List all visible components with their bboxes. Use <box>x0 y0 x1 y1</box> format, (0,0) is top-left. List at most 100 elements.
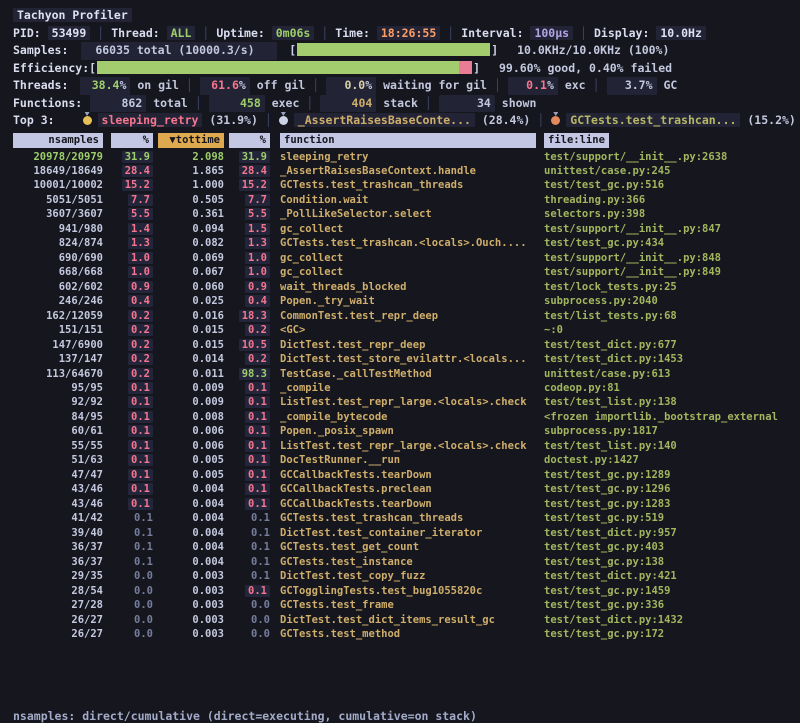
table-row[interactable]: 84/950.10.0080.1_compile_bytecode<frozen… <box>13 410 800 424</box>
silver-medal-icon <box>279 116 288 125</box>
table-row[interactable]: 3607/36075.50.3615.5_PollLikeSelector.se… <box>13 207 800 221</box>
cell-tottime: 0.505 <box>158 193 224 207</box>
cell-tottime: 0.006 <box>158 424 224 438</box>
cell-function-name: CommonTest.test_repr_deep <box>280 309 536 323</box>
table-row[interactable]: 668/6681.00.0671.0gc_collecttest/support… <box>13 265 800 279</box>
cell-pct-cumulative: 0.1 <box>229 555 270 569</box>
cell-nsamples: 47/47 <box>13 468 103 482</box>
cell-function-name: ListTest.test_repr_large.<locals>.check <box>280 439 536 453</box>
table-row[interactable]: 941/9801.40.0941.5gc_collecttest/support… <box>13 222 800 236</box>
table-row[interactable]: 43/460.10.0040.1GCCallbackTests.tearDown… <box>13 497 800 511</box>
table-row[interactable]: 5051/50517.70.5057.7Condition.waitthread… <box>13 193 800 207</box>
table-row[interactable]: 602/6020.90.0600.9wait_threads_blockedte… <box>13 280 800 294</box>
cell-tottime: 0.069 <box>158 251 224 265</box>
top3-first-name[interactable]: sleeping_retry <box>98 113 203 127</box>
column-header-file-line[interactable]: file:line <box>544 133 609 148</box>
cell-file-line: test/support/__init__.py:2638 <box>544 150 800 164</box>
cell-tottime: 0.003 <box>158 613 224 627</box>
time-value: 18:26:55 <box>377 26 440 40</box>
cell-pct-direct: 0.0 <box>111 613 153 627</box>
table-row[interactable]: 26/270.00.0030.0GCTests.test_methodtest/… <box>13 627 800 641</box>
cell-pct-cumulative: 0.1 <box>229 410 270 424</box>
thread-value[interactable]: ALL <box>167 26 196 40</box>
table-row[interactable]: 95/950.10.0090.1_compilecodeop.py:81 <box>13 381 800 395</box>
cell-pct-cumulative: 1.0 <box>229 265 270 279</box>
cell-tottime: 0.005 <box>158 453 224 467</box>
cell-pct-direct: 0.2 <box>111 323 153 337</box>
cell-file-line: test/test_gc.py:172 <box>544 627 800 641</box>
cell-pct-cumulative: 1.0 <box>229 251 270 265</box>
column-header-pct1[interactable]: % <box>111 133 153 148</box>
efficiency-bar-failed <box>459 61 472 74</box>
functions-exec: 458 <box>209 95 265 113</box>
cell-nsamples: 941/980 <box>13 222 103 236</box>
table-row[interactable]: 28/540.00.0030.1GCTogglingTests.test_bug… <box>13 584 800 598</box>
cell-nsamples: 137/147 <box>13 352 103 366</box>
cell-pct-cumulative: 31.9 <box>229 150 270 164</box>
table-row[interactable]: 113/646700.20.01198.3TestCase._callTestM… <box>13 367 800 381</box>
threads-waiting-gil: 0.0% <box>326 77 376 95</box>
table-row[interactable]: 36/370.10.0040.1GCTests.test_get_countte… <box>13 540 800 554</box>
table-row[interactable]: 824/8741.30.0821.3GCTests.test_trashcan.… <box>13 236 800 250</box>
cell-function-name: _PollLikeSelector.select <box>280 207 536 221</box>
cell-file-line: test/test_gc.py:336 <box>544 598 800 612</box>
cell-pct-direct: 0.1 <box>111 540 153 554</box>
uptime-value: 0m06s <box>272 26 315 40</box>
table-row[interactable]: 92/920.10.0090.1ListTest.test_repr_large… <box>13 395 800 409</box>
table-row[interactable]: 151/1510.20.0150.2<GC>~:0 <box>13 323 800 337</box>
cell-nsamples: 668/668 <box>13 265 103 279</box>
cell-file-line: test/test_list.py:140 <box>544 439 800 453</box>
table-row[interactable]: 162/120590.20.01618.3CommonTest.test_rep… <box>13 309 800 323</box>
table-row[interactable]: 41/420.10.0040.1GCTests.test_trashcan_th… <box>13 511 800 525</box>
cell-function-name: DictTest.test_dict_items_result_gc <box>280 613 536 627</box>
cell-function-name: GCTests.test_method <box>280 627 536 641</box>
table-row[interactable]: 60/610.10.0060.1Popen._posix_spawnsubpro… <box>13 424 800 438</box>
table-row[interactable]: 43/460.10.0040.1GCCallbackTests.preclean… <box>13 482 800 496</box>
cell-function-name: Popen._posix_spawn <box>280 424 536 438</box>
column-header-nsamples[interactable]: nsamples <box>13 133 103 148</box>
cell-function-name: GCCallbackTests.preclean <box>280 482 536 496</box>
cell-file-line: threading.py:366 <box>544 193 800 207</box>
table-row[interactable]: 690/6901.00.0691.0gc_collecttest/support… <box>13 251 800 265</box>
cell-pct-cumulative: 0.1 <box>229 482 270 496</box>
cell-nsamples: 39/40 <box>13 526 103 540</box>
table-row[interactable]: 26/270.00.0030.0DictTest.test_dict_items… <box>13 613 800 627</box>
cell-pct-direct: 0.1 <box>111 511 153 525</box>
cell-file-line: test/test_dict.py:957 <box>544 526 800 540</box>
table-row[interactable]: 137/1470.20.0140.2DictTest.test_store_ev… <box>13 352 800 366</box>
top3-second-name[interactable]: _AssertRaisesBaseConte... <box>294 113 475 127</box>
cell-file-line: selectors.py:398 <box>544 207 800 221</box>
cell-tottime: 0.082 <box>158 236 224 250</box>
table-row[interactable]: 18649/1864928.41.86528.4_AssertRaisesBas… <box>13 164 800 178</box>
cell-function-name: GCTests.test_instance <box>280 555 536 569</box>
top3-third-name[interactable]: GCTests.test_trashcan... <box>566 113 740 127</box>
table-row[interactable]: 27/280.00.0030.0GCTests.test_frametest/t… <box>13 598 800 612</box>
cell-nsamples: 43/46 <box>13 482 103 496</box>
cell-file-line: subprocess.py:1817 <box>544 424 800 438</box>
footer-legend: nsamples: direct/cumulative (direct=exec… <box>13 707 477 723</box>
cell-nsamples: 10001/10002 <box>13 178 103 192</box>
table-row[interactable]: 20978/2097931.92.09831.9sleeping_retryte… <box>13 150 800 164</box>
cell-tottime: 1.865 <box>158 164 224 178</box>
table-row[interactable]: 51/630.10.0050.1DocTestRunner.__rundocte… <box>13 453 800 467</box>
table-row[interactable]: 147/69000.20.01510.5DictTest.test_repr_d… <box>13 338 800 352</box>
table-row[interactable]: 55/550.10.0060.1ListTest.test_repr_large… <box>13 439 800 453</box>
table-row[interactable]: 10001/1000215.21.00015.2GCTests.test_tra… <box>13 178 800 192</box>
table-row[interactable]: 246/2460.40.0250.4Popen._try_waitsubproc… <box>13 294 800 308</box>
column-header-function[interactable]: function <box>280 133 536 148</box>
table-row[interactable]: 47/470.10.0050.1GCCallbackTests.tearDown… <box>13 468 800 482</box>
cell-file-line: test/test_list.py:138 <box>544 395 800 409</box>
column-header-pct2[interactable]: % <box>229 133 270 148</box>
table-row[interactable]: 29/350.00.0030.1DictTest.test_copy_fuzzt… <box>13 569 800 583</box>
cell-nsamples: 26/27 <box>13 627 103 641</box>
cell-pct-cumulative: 1.3 <box>229 236 270 250</box>
cell-file-line: test/test_gc.py:1296 <box>544 482 800 496</box>
table-row[interactable]: 39/400.10.0040.1DictTest.test_container_… <box>13 526 800 540</box>
table-row[interactable]: 36/370.10.0040.1GCTests.test_instancetes… <box>13 555 800 569</box>
cell-function-name: GCCallbackTests.tearDown <box>280 468 536 482</box>
cell-tottime: 0.003 <box>158 598 224 612</box>
cell-file-line: subprocess.py:2040 <box>544 294 800 308</box>
column-header-tottime-sorted[interactable]: ▼tottime <box>158 133 224 148</box>
cell-nsamples: 3607/3607 <box>13 207 103 221</box>
cell-pct-cumulative: 1.5 <box>229 222 270 236</box>
